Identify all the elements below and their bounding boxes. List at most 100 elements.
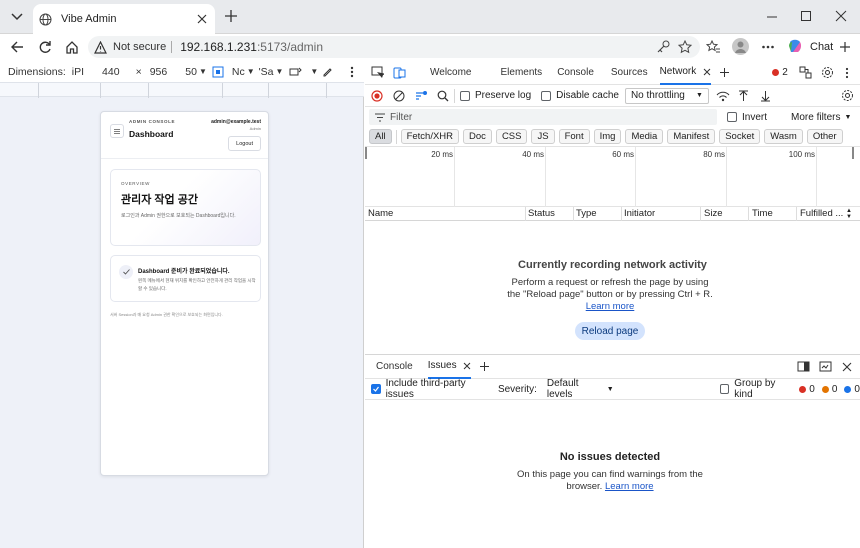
remote-icon[interactable] [799, 66, 812, 79]
drawer-add-tab-plus-icon[interactable] [479, 361, 490, 372]
issue-count-info: 0 [844, 384, 860, 395]
tab-welcome[interactable]: Welcome [430, 67, 472, 78]
invert-checkbox[interactable] [727, 112, 737, 122]
group-by-kind-checkbox[interactable] [719, 384, 730, 394]
drawer-tab-console[interactable]: Console [376, 361, 413, 372]
clear-icon[interactable] [393, 90, 405, 102]
more-filters-dropdown[interactable]: More filters [791, 112, 840, 123]
column-fulfilled[interactable]: Fulfilled ... [800, 208, 843, 219]
inspect-icon[interactable] [371, 66, 384, 79]
filter-input[interactable]: Filter [369, 109, 717, 125]
pen-icon[interactable] [322, 66, 333, 77]
sort-arrows-icon[interactable]: ▲ ▼ [846, 208, 852, 220]
tab-console[interactable]: Console [557, 67, 594, 78]
posture-caret-icon[interactable]: ▼ [310, 67, 318, 76]
fit-icon[interactable] [212, 66, 224, 78]
more-menu-button[interactable] [761, 40, 775, 54]
record-stop-icon[interactable] [371, 89, 383, 102]
filter-funnel-icon[interactable] [415, 90, 428, 102]
column-status[interactable]: Status [528, 208, 555, 219]
preserve-log-checkbox[interactable] [460, 90, 470, 101]
home-button[interactable] [65, 40, 79, 54]
import-har-icon[interactable] [738, 90, 749, 102]
customize-menu-icon[interactable] [845, 67, 849, 79]
type-filter-all[interactable]: All [369, 129, 392, 144]
timeline-overview[interactable]: 20 ms 40 ms 60 ms 80 ms 100 ms [365, 147, 860, 207]
security-label[interactable]: Not secure [113, 41, 166, 53]
menu-button[interactable] [110, 124, 124, 138]
close-tab-icon[interactable] [197, 14, 207, 24]
network-settings-gear-icon[interactable] [841, 89, 854, 102]
column-name[interactable]: Name [368, 208, 393, 219]
settings-gear-icon[interactable] [821, 66, 834, 79]
type-filter-font[interactable]: Font [558, 129, 590, 144]
severity-select[interactable]: Default levels [547, 378, 604, 400]
severity-caret-icon: ▼ [606, 385, 614, 393]
save-caret-icon: ▼ [275, 67, 284, 76]
type-filter-media[interactable]: Media [625, 129, 664, 144]
more-tabs-plus-icon[interactable] [719, 67, 730, 78]
width-input[interactable]: 440 [102, 66, 120, 78]
timeline-right-handle[interactable] [852, 147, 854, 159]
column-type[interactable]: Type [576, 208, 597, 219]
throttling-select[interactable]: No throttling ▼ [624, 87, 709, 104]
search-icon[interactable] [437, 90, 449, 102]
sidebar-button[interactable] [839, 40, 851, 54]
zoom-select[interactable]: 50 [185, 66, 197, 78]
column-initiator[interactable]: Initiator [624, 208, 655, 219]
back-button[interactable] [10, 40, 24, 54]
tab-elements[interactable]: Elements [501, 67, 543, 78]
browser-tab[interactable]: Vibe Admin [33, 4, 215, 34]
rotate-icon[interactable] [289, 66, 303, 78]
favorites-button[interactable] [706, 40, 721, 54]
copilot-chat-button[interactable]: Chat [787, 38, 833, 55]
tab-network[interactable]: Network [659, 61, 712, 85]
reload-page-button[interactable]: Reload page [575, 322, 645, 340]
type-filter-js[interactable]: JS [531, 129, 555, 144]
learn-more-link[interactable]: Learn more [586, 301, 635, 312]
favorite-star-icon[interactable] [678, 40, 692, 54]
height-input[interactable]: 956 [150, 66, 168, 78]
profile-avatar[interactable] [732, 38, 749, 55]
disable-cache-checkbox[interactable] [541, 90, 552, 101]
type-filter-doc[interactable]: Doc [463, 129, 492, 144]
timeline-left-handle[interactable] [365, 147, 367, 159]
issues-learn-more-link[interactable]: Learn more [605, 481, 654, 492]
key-icon[interactable] [656, 40, 670, 54]
dock-side-icon[interactable] [797, 361, 810, 372]
kebab-menu-icon[interactable] [350, 66, 354, 78]
type-filter-css[interactable]: CSS [495, 129, 528, 144]
refresh-button[interactable] [38, 40, 52, 54]
type-filter-other[interactable]: Other [806, 129, 843, 144]
drawer-tab-issues[interactable]: Issues [427, 355, 471, 379]
type-filter-img[interactable]: Img [593, 129, 622, 144]
error-issue-count: 0 [809, 383, 815, 395]
device-toggle-icon[interactable] [393, 66, 406, 79]
export-har-icon[interactable] [760, 90, 771, 102]
close-window-button[interactable] [835, 10, 847, 22]
save-data-select[interactable]: 'Sa [259, 66, 274, 78]
throttle-select[interactable]: Nc [232, 66, 245, 78]
type-filter-wasm[interactable]: Wasm [764, 129, 803, 144]
tab-sources[interactable]: Sources [611, 67, 648, 78]
close-tab-icon[interactable] [463, 362, 471, 370]
network-conditions-icon[interactable] [716, 90, 730, 102]
tab-list-button[interactable] [7, 8, 27, 26]
device-select[interactable]: iPI [72, 66, 84, 78]
minimize-button[interactable] [766, 11, 778, 23]
type-filter-manifest[interactable]: Manifest [667, 129, 716, 144]
drawer-layout-icon[interactable] [819, 361, 832, 372]
new-tab-button[interactable] [224, 9, 238, 23]
warning-issue-count: 0 [831, 383, 838, 395]
column-time[interactable]: Time [752, 208, 773, 219]
close-tab-icon[interactable] [703, 68, 711, 76]
maximize-button[interactable] [800, 10, 812, 22]
error-counter[interactable]: 2 [772, 67, 788, 78]
column-size[interactable]: Size [704, 208, 722, 219]
third-party-checkbox[interactable] [371, 384, 381, 394]
address-bar[interactable]: Not secure 192.168.1.231 :5173/admin [88, 36, 700, 58]
type-filter-fetch[interactable]: Fetch/XHR [400, 129, 460, 144]
type-filter-socket[interactable]: Socket [719, 129, 761, 144]
logout-button[interactable]: Logout [228, 136, 261, 151]
close-drawer-icon[interactable] [842, 362, 852, 372]
